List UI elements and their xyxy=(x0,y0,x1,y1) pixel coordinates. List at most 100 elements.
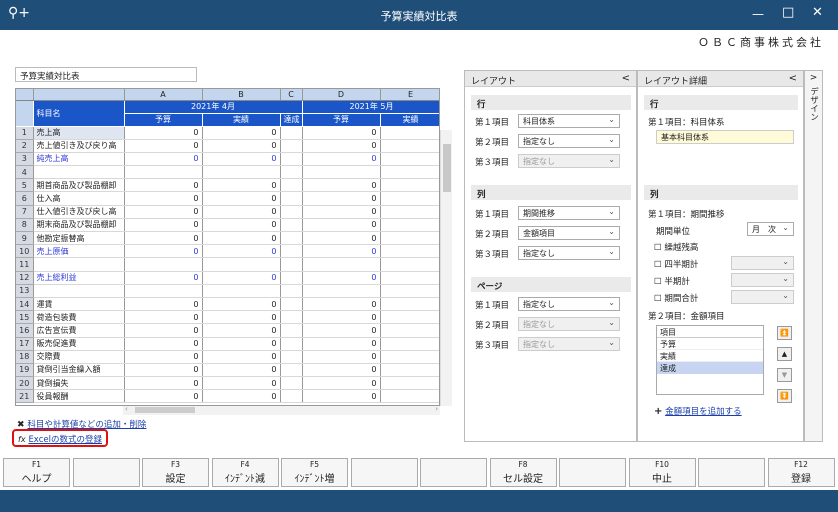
table-row[interactable]: 19 貸倒引当金繰入額 0 0 0 xyxy=(16,363,439,378)
actual-cell-2[interactable] xyxy=(380,257,439,272)
account-cell[interactable]: 荷造包装費 xyxy=(33,310,125,325)
budget-cell[interactable]: 0 xyxy=(124,376,203,391)
minimize-icon[interactable]: — xyxy=(752,7,764,21)
actual-cell[interactable]: 0 xyxy=(202,244,281,259)
list-item[interactable]: 予算 xyxy=(657,338,763,350)
rate-cell[interactable] xyxy=(280,323,303,338)
period-unit-select[interactable]: 月 次 ⌄ xyxy=(747,222,794,236)
budget-cell[interactable] xyxy=(124,284,203,298)
function-key-3[interactable]: F3 設定 xyxy=(142,458,209,487)
close-icon[interactable]: ✕ xyxy=(812,5,823,20)
function-key-1[interactable]: F1 ヘルプ xyxy=(3,458,70,487)
function-key-7[interactable] xyxy=(420,458,487,487)
account-cell[interactable] xyxy=(33,257,125,272)
budget-cell[interactable]: 0 xyxy=(124,337,203,351)
account-cell[interactable]: 純売上高 xyxy=(33,152,125,167)
actual-cell-2[interactable] xyxy=(380,297,439,312)
amount-item-list[interactable]: 項目 予算 実績 達成 xyxy=(656,325,764,395)
rate-cell[interactable] xyxy=(280,205,303,219)
sheet-name-field[interactable]: 予算実績対比表 xyxy=(15,67,197,82)
budget-cell-2[interactable]: 0 xyxy=(302,297,381,312)
actual-cell[interactable]: 0 xyxy=(202,271,281,285)
rate-cell[interactable] xyxy=(280,310,303,325)
actual-cell[interactable]: 0 xyxy=(202,323,281,338)
grid-vertical-scrollbar[interactable] xyxy=(440,130,452,406)
rate-cell[interactable] xyxy=(280,126,303,140)
rate-cell[interactable] xyxy=(280,271,303,285)
row-number[interactable]: 19 xyxy=(16,363,34,378)
row-number[interactable]: 1 xyxy=(16,126,34,140)
actual-cell-2[interactable] xyxy=(380,139,439,153)
table-row[interactable]: 8 期末商品及び製品棚卸 0 0 0 xyxy=(16,218,439,233)
rate-cell[interactable] xyxy=(280,191,303,206)
move-up-button[interactable]: ▲ xyxy=(777,347,792,361)
page-item1-select[interactable]: 指定なし ⌄ xyxy=(518,297,620,311)
col-header-b[interactable]: B xyxy=(202,89,281,101)
check-total[interactable]: ☐ 期間合計 xyxy=(654,292,698,304)
function-key-2[interactable] xyxy=(72,458,140,487)
account-cell[interactable]: 販売促進費 xyxy=(33,337,125,351)
budget-cell[interactable]: 0 xyxy=(124,323,203,338)
table-row[interactable]: 11 xyxy=(16,257,439,272)
table-row[interactable]: 20 貸倒損失 0 0 0 xyxy=(16,376,439,391)
actual-cell-2[interactable] xyxy=(380,363,439,378)
col-header-e[interactable]: E xyxy=(380,89,439,101)
budget-cell-2[interactable]: 0 xyxy=(302,231,381,246)
actual-cell-2[interactable] xyxy=(380,284,439,298)
row-number[interactable]: 2 xyxy=(16,139,34,153)
budget-cell-2[interactable]: 0 xyxy=(302,350,381,364)
grid-horizontal-scrollbar[interactable]: ‹ › xyxy=(123,405,440,415)
move-bottom-button[interactable]: ⏬ xyxy=(777,389,792,403)
actual-cell[interactable]: 0 xyxy=(202,152,281,167)
check-quarter[interactable]: ☐ 四半期計 xyxy=(654,258,698,270)
row-number[interactable]: 17 xyxy=(16,337,34,351)
table-row[interactable]: 14 運賃 0 0 0 xyxy=(16,297,439,312)
account-cell[interactable]: 貸倒損失 xyxy=(33,376,125,391)
actual-cell[interactable]: 0 xyxy=(202,363,281,378)
budget-cell[interactable]: 0 xyxy=(124,205,203,219)
collapse-left-icon[interactable]: < xyxy=(622,73,630,84)
col-item2-select[interactable]: 金額項目 ⌄ xyxy=(518,226,620,240)
table-row[interactable]: 4 xyxy=(16,165,439,180)
rate-cell[interactable] xyxy=(280,284,303,298)
row-item1-select[interactable]: 科目体系 ⌄ xyxy=(518,114,620,128)
account-cell[interactable]: 期末商品及び製品棚卸 xyxy=(33,218,125,233)
add-amount-item-link[interactable]: + 金額項目を追加する xyxy=(654,405,742,417)
budget-cell-2[interactable]: 0 xyxy=(302,205,381,219)
function-key-6[interactable] xyxy=(350,458,418,487)
rate-cell[interactable] xyxy=(280,139,303,153)
actual-cell[interactable]: 0 xyxy=(202,297,281,312)
actual-cell-2[interactable] xyxy=(380,152,439,167)
budget-cell-2[interactable]: 0 xyxy=(302,310,381,325)
table-row[interactable]: 13 xyxy=(16,284,439,298)
function-key-11[interactable] xyxy=(698,458,765,487)
row-number[interactable]: 7 xyxy=(16,205,34,219)
rate-cell[interactable] xyxy=(280,389,303,404)
move-down-button[interactable]: ▼ xyxy=(777,368,792,382)
actual-cell-2[interactable] xyxy=(380,191,439,206)
actual-cell[interactable] xyxy=(202,165,281,180)
actual-cell[interactable]: 0 xyxy=(202,337,281,351)
row-number[interactable]: 8 xyxy=(16,218,34,233)
budget-cell[interactable]: 0 xyxy=(124,350,203,364)
col-header-d[interactable]: D xyxy=(302,89,381,101)
actual-cell[interactable]: 0 xyxy=(202,231,281,246)
rate-cell[interactable] xyxy=(280,244,303,259)
account-cell[interactable]: 交際費 xyxy=(33,350,125,364)
budget-cell[interactable]: 0 xyxy=(124,271,203,285)
row-number[interactable]: 3 xyxy=(16,152,34,167)
actual-cell-2[interactable] xyxy=(380,165,439,180)
account-cell[interactable] xyxy=(33,284,125,298)
account-cell[interactable]: 売上高 xyxy=(33,126,125,140)
budget-cell-2[interactable]: 0 xyxy=(302,218,381,233)
budget-cell[interactable]: 0 xyxy=(124,126,203,140)
function-key-8[interactable]: F8 セル設定 xyxy=(489,458,557,487)
budget-cell-2[interactable]: 0 xyxy=(302,139,381,153)
table-row[interactable]: 10 売上原価 0 0 0 xyxy=(16,244,439,259)
table-row[interactable]: 6 仕入高 0 0 0 xyxy=(16,191,439,206)
row-number[interactable]: 16 xyxy=(16,323,34,338)
design-expand-icon[interactable]: > xyxy=(805,73,822,83)
col-header-a[interactable]: A xyxy=(124,89,203,101)
row-number[interactable]: 12 xyxy=(16,271,34,285)
budget-cell-2[interactable]: 0 xyxy=(302,363,381,378)
